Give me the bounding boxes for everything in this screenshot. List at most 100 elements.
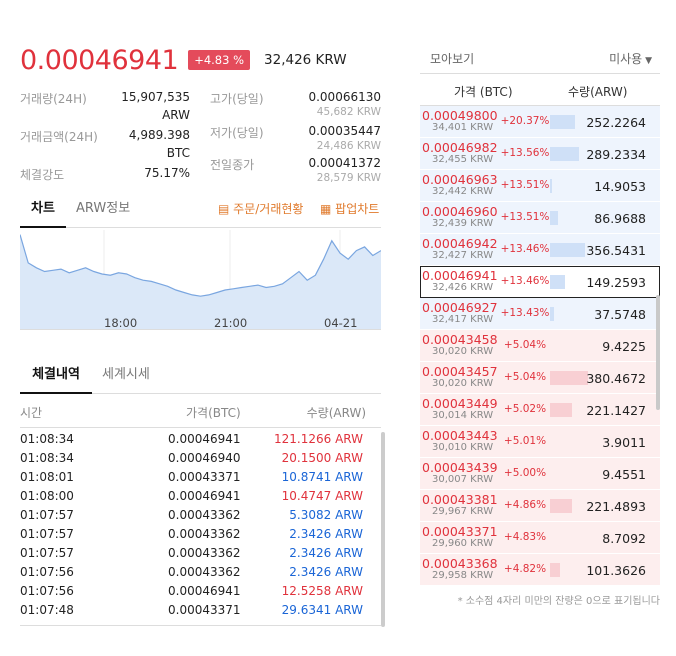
orderbook-row[interactable]: 0.00043457 30,020 KRW +5.04% 380.4672: [420, 362, 660, 394]
orders-link[interactable]: ▤ 주문/거래현황: [218, 194, 303, 224]
col-time: 시간: [20, 406, 43, 420]
orderbook-row[interactable]: 0.00043449 30,014 KRW +5.02% 221.1427: [420, 394, 660, 426]
trade-price: 0.00046941: [168, 584, 241, 598]
trade-price: 0.00043362: [168, 527, 241, 541]
order-price: 0.00043443: [422, 428, 498, 443]
order-qty: 86.9688: [594, 211, 646, 226]
orderbook-row-current[interactable]: 0.00046941 32,426 KRW +13.46% 149.2593: [420, 266, 660, 298]
orderbook-panel: 모아보기 미사용 ▼ 가격 (BTC) 수량(ARW) 0.00049800 34…: [420, 40, 660, 607]
volume-label: 거래량(24H): [20, 92, 87, 106]
order-krw: 34,401 KRW: [432, 122, 494, 133]
trade-price: 0.00043362: [168, 565, 241, 579]
tab-world-prices[interactable]: 세계시세: [102, 360, 150, 394]
trade-qty: 29.6341 ARW: [281, 603, 363, 617]
order-krw: 30,010 KRW: [432, 442, 494, 453]
popup-chart-link[interactable]: ▦ 팝업차트: [320, 194, 379, 224]
trade-row: 01:08:34 0.00046940 20.1500 ARW: [20, 449, 381, 468]
trade-qty: 5.3082 ARW: [289, 508, 363, 522]
orderbook-scrollbar[interactable]: [656, 295, 660, 410]
orderbook-row[interactable]: 0.00043458 30,020 KRW +5.04% 9.4225: [420, 330, 660, 362]
orderbook-row[interactable]: 0.00046942 32,427 KRW +13.46% 356.5431: [420, 234, 660, 266]
depth-bar: [550, 371, 588, 385]
col-qty: 수량(ARW): [568, 85, 628, 99]
order-change-pct: +5.01%: [503, 435, 547, 447]
trade-time: 01:07:56: [20, 584, 74, 598]
divider: [20, 625, 381, 626]
x-tick-label: 21:00: [214, 316, 248, 330]
trade-table-header: 시간 가격(BTC) 수량(ARW): [20, 400, 381, 428]
trade-price: 0.00043371: [168, 603, 241, 617]
trade-price: 0.00046940: [168, 451, 241, 465]
x-tick-label: 04-21: [324, 316, 358, 330]
orderbook-header: 가격 (BTC) 수량(ARW): [420, 74, 660, 106]
trade-qty: 2.3426 ARW: [289, 546, 363, 560]
order-qty: 8.7092: [602, 531, 646, 546]
popup-label: 팝업차트: [335, 202, 380, 216]
orderbook-row[interactable]: 0.00043443 30,010 KRW +5.01% 3.9011: [420, 426, 660, 458]
trade-row: 01:08:00 0.00046941 10.4747 ARW: [20, 487, 381, 506]
orderbook-row[interactable]: 0.00046960 32,439 KRW +13.51% 86.9688: [420, 202, 660, 234]
prev-close-krw: 28,579 KRW: [316, 172, 381, 184]
popup-icon: ▦: [320, 202, 336, 216]
order-krw: 32,455 KRW: [432, 154, 494, 165]
order-change-pct: +5.04%: [503, 339, 547, 351]
orderbook-row[interactable]: 0.00046982 32,455 KRW +13.56% 289.2334: [420, 138, 660, 170]
tab-trade-history[interactable]: 체결내역: [20, 360, 92, 394]
trade-price: 0.00043362: [168, 546, 241, 560]
ticker-panel: 0.00046941 +4.83 % 32,426 KRW 거래량(24H) 1…: [20, 40, 385, 627]
order-price: 0.00043457: [422, 364, 498, 379]
order-qty: 252.2264: [586, 115, 646, 130]
trade-qty: 2.3426 ARW: [289, 527, 363, 541]
order-krw: 32,426 KRW: [432, 282, 494, 293]
order-qty: 9.4225: [602, 339, 646, 354]
trade-time: 01:07:57: [20, 546, 74, 560]
order-price: 0.00046960: [422, 204, 498, 219]
orderbook-row[interactable]: 0.00046963 32,442 KRW +13.51% 14.9053: [420, 170, 660, 202]
order-qty: 221.4893: [586, 499, 646, 514]
filter-dropdown[interactable]: 미사용 ▼: [609, 50, 652, 67]
high-krw: 45,682 KRW: [316, 106, 381, 118]
trade-time: 01:08:34: [20, 451, 74, 465]
amount-unit: BTC: [166, 146, 190, 160]
order-qty: 14.9053: [594, 179, 646, 194]
trade-time: 01:07:48: [20, 603, 74, 617]
order-krw: 32,442 KRW: [432, 186, 494, 197]
tab-chart[interactable]: 차트: [20, 194, 66, 228]
low-krw: 24,486 KRW: [316, 140, 381, 152]
order-qty: 101.3626: [586, 563, 646, 578]
trade-list: 01:08:34 0.00046941 121.1266 ARW 01:08:34 0.…: [20, 430, 381, 620]
tab-arw-info[interactable]: ARW정보: [76, 194, 130, 228]
order-krw: 32,439 KRW: [432, 218, 494, 229]
depth-bar: [550, 275, 565, 289]
order-qty: 221.1427: [586, 403, 646, 418]
order-price: 0.00043458: [422, 332, 498, 347]
trade-qty: 20.1500 ARW: [281, 451, 363, 465]
volume-value: 15,907,535: [121, 90, 190, 104]
order-change-pct: +13.51%: [500, 179, 550, 191]
low-label: 저가(당일): [210, 126, 264, 140]
order-price: 0.00046982: [422, 140, 498, 155]
order-krw: 32,417 KRW: [432, 314, 494, 325]
depth-bar: [550, 179, 552, 193]
orderbook-row[interactable]: 0.00043368 29,958 KRW +4.82% 101.3626: [420, 554, 660, 586]
view-all-label[interactable]: 모아보기: [430, 50, 474, 67]
order-krw: 32,427 KRW: [432, 250, 494, 261]
order-qty: 9.4551: [602, 467, 646, 482]
trade-time: 01:08:34: [20, 432, 74, 446]
depth-bar: [550, 243, 585, 257]
orderbook-row[interactable]: 0.00043381 29,967 KRW +4.86% 221.4893: [420, 490, 660, 522]
orderbook-row[interactable]: 0.00043371 29,960 KRW +4.83% 8.7092: [420, 522, 660, 554]
trade-row: 01:07:57 0.00043362 2.3426 ARW: [20, 525, 381, 544]
order-krw: 30,020 KRW: [432, 378, 494, 389]
price-chart[interactable]: [20, 230, 381, 330]
orderbook-row[interactable]: 0.00043439 30,007 KRW +5.00% 9.4551: [420, 458, 660, 490]
trade-scrollbar[interactable]: [381, 432, 385, 627]
order-krw: 30,014 KRW: [432, 410, 494, 421]
orderbook-toolbar: 모아보기 미사용 ▼: [420, 40, 660, 74]
trade-qty: 121.1266 ARW: [274, 432, 363, 446]
order-price: 0.00046942: [422, 236, 498, 251]
orderbook-row[interactable]: 0.00049800 34,401 KRW +20.37% 252.2264: [420, 106, 660, 138]
orderbook-row[interactable]: 0.00046927 32,417 KRW +13.43% 37.5748: [420, 298, 660, 330]
col-qty: 수량(ARW): [306, 406, 366, 420]
order-change-pct: +13.46%: [500, 275, 550, 287]
